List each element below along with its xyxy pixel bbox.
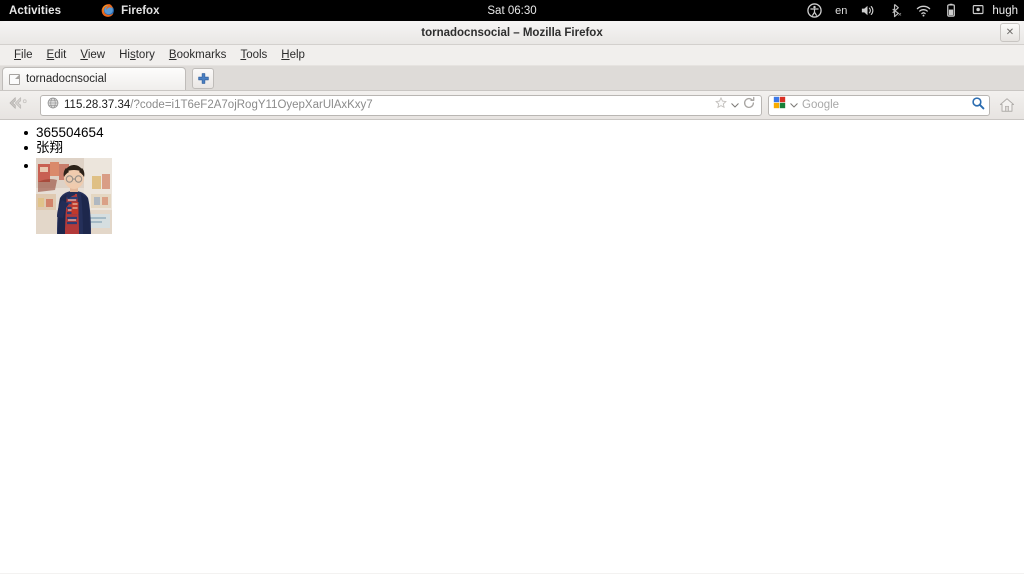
firefox-logo-icon: [99, 2, 116, 19]
reload-icon[interactable]: [742, 96, 756, 115]
back-arrow-icon[interactable]: [4, 94, 32, 117]
user-menu-button[interactable]: hugh: [972, 3, 1018, 18]
app-menu-label: Firefox: [121, 4, 160, 17]
menubar: File Edit View History Bookmarks Tools H…: [0, 45, 1024, 66]
plus-icon: [197, 73, 209, 84]
bluetooth-disabled-icon[interactable]: ×: [888, 3, 903, 19]
menu-bookmarks[interactable]: Bookmarks: [162, 47, 234, 63]
globe-icon: [47, 96, 59, 114]
url-host: 115.28.37.34: [64, 99, 131, 111]
gnome-top-bar: Activities Firefox Sat 06:30 en × hugh: [0, 0, 1024, 21]
firefox-window: tornadocnsocial – Mozilla Firefox ✕ File…: [0, 21, 1024, 574]
magnifier-icon[interactable]: [971, 96, 985, 115]
window-titlebar: tornadocnsocial – Mozilla Firefox ✕: [0, 21, 1024, 45]
url-path: /?code=i1T6eF2A7ojRogY11OyepXarUlAxKxy7: [130, 99, 373, 111]
wifi-icon[interactable]: [916, 3, 931, 18]
close-icon[interactable]: ✕: [1000, 23, 1020, 42]
menu-tools[interactable]: Tools: [233, 47, 274, 63]
page-list: 365504654 张翔: [24, 125, 112, 234]
menu-help[interactable]: Help: [274, 47, 312, 63]
tab-tornadocnsocial[interactable]: tornadocnsocial: [2, 67, 186, 90]
list-item: 张翔: [24, 140, 112, 155]
url-text[interactable]: 115.28.37.34/?code=i1T6eF2A7ojRogY11Oyep…: [64, 99, 709, 111]
menu-edit[interactable]: Edit: [40, 47, 74, 63]
list-item: 365504654: [24, 125, 112, 140]
nav-buttons: [4, 94, 34, 117]
address-bar[interactable]: 115.28.37.34/?code=i1T6eF2A7ojRogY11Oyep…: [40, 94, 762, 116]
home-icon: [999, 98, 1015, 112]
star-icon[interactable]: [714, 96, 728, 115]
profile-photo: [36, 158, 112, 234]
svg-text:×: ×: [898, 12, 902, 18]
menu-history[interactable]: History: [112, 47, 162, 63]
address-bar-actions: [714, 96, 758, 115]
menu-view[interactable]: View: [73, 47, 112, 63]
page-content: 365504654 张翔: [0, 120, 1024, 573]
user-icon: [972, 3, 987, 18]
search-engine-chevron-down-icon[interactable]: [790, 96, 798, 114]
tab-bar: tornadocnsocial: [0, 66, 1024, 91]
google-icon[interactable]: [773, 96, 786, 114]
navigation-toolbar: 115.28.37.34/?code=i1T6eF2A7ojRogY11Oyep…: [0, 91, 1024, 120]
new-tab-button[interactable]: [192, 68, 214, 89]
window-title: tornadocnsocial – Mozilla Firefox: [421, 26, 603, 39]
list-item: [24, 158, 112, 234]
chevron-down-icon[interactable]: [731, 96, 739, 114]
keyboard-layout-indicator[interactable]: en: [835, 5, 847, 17]
user-name-label: hugh: [992, 4, 1018, 17]
tab-label: tornadocnsocial: [26, 73, 107, 85]
system-tray: en × hugh: [807, 0, 1018, 21]
home-button[interactable]: [996, 94, 1018, 116]
accessibility-icon[interactable]: [807, 3, 822, 18]
activities-button[interactable]: Activities: [9, 5, 61, 17]
search-input[interactable]: Google: [802, 99, 967, 111]
menu-file[interactable]: File: [7, 47, 40, 63]
volume-icon[interactable]: [860, 3, 875, 18]
page-icon: [9, 73, 20, 85]
app-menu-button[interactable]: Firefox: [99, 2, 159, 19]
battery-icon[interactable]: [944, 3, 959, 18]
search-bar[interactable]: Google: [768, 94, 990, 116]
